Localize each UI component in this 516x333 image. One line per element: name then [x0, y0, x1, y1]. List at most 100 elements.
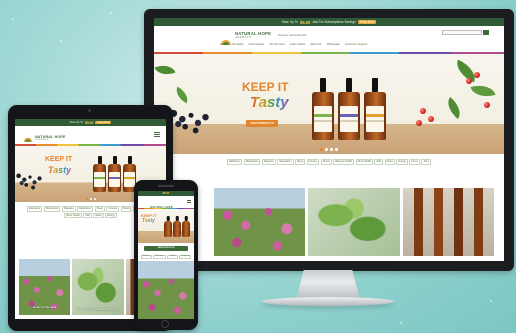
background-speck	[88, 62, 89, 63]
feature-caption: The process of nature to discover	[77, 308, 120, 311]
promo-cta-button[interactable]: Shop Now	[357, 20, 377, 24]
promo-bar: Save Up To $5.00 Ask For Subscriptions S…	[154, 18, 504, 26]
feature-caption: Home to the Herb	[33, 305, 57, 309]
site-header: NATURAL HOPE	[138, 196, 194, 211]
hero-headline-keep: KEEP IT	[45, 156, 73, 163]
nav-item[interactable]: Customer Support	[345, 42, 368, 46]
menu-icon[interactable]	[154, 132, 160, 137]
category-link[interactable]: Kids	[83, 212, 92, 219]
category-link[interactable]: Energy	[105, 212, 117, 219]
leaf-image	[470, 81, 496, 101]
product-bottle[interactable]	[182, 216, 190, 237]
category-link[interactable]: Stress	[120, 206, 132, 212]
search-input[interactable]	[442, 30, 482, 35]
nav-item[interactable]: Learn Herbs	[290, 42, 305, 46]
promo-amount: $5.00	[299, 19, 311, 25]
category-link[interactable]: Focus	[409, 159, 420, 165]
category-link[interactable]: Immune	[306, 159, 320, 165]
nav-item[interactable]: Herb Guides	[249, 42, 265, 46]
hawthorn-berry-icon	[420, 108, 426, 114]
nav-item[interactable]: Products	[232, 42, 243, 46]
promo-pre: Save Up To	[69, 121, 83, 124]
slider-dot[interactable]	[85, 198, 88, 200]
product-bottle[interactable]	[338, 78, 360, 140]
category-link[interactable]: Mushrooms	[243, 159, 261, 165]
background-speck	[490, 300, 492, 302]
slider-dot[interactable]	[335, 148, 338, 151]
hero-headline-tasty: Tasty	[48, 165, 72, 175]
hero-headline-keep: KEEP IT	[242, 80, 289, 94]
category-link[interactable]: Elderberry	[227, 159, 243, 165]
category-link[interactable]: Kids	[374, 159, 384, 165]
brand-subname: HERBALS	[35, 139, 49, 141]
desktop-screen: Save Up To $5.00 Ask For Subscriptions S…	[154, 18, 504, 261]
sunrise-logo-icon	[220, 32, 232, 45]
feature-card[interactable]: The process of nature to discover	[72, 259, 124, 315]
main-nav: Home Products Herb Guides Our Process Le…	[220, 42, 494, 46]
feature-card[interactable]	[214, 188, 306, 256]
leaf-image	[442, 96, 466, 120]
category-link[interactable]: Respiratory	[77, 206, 94, 212]
nav-item[interactable]: Home	[220, 42, 227, 46]
feature-card[interactable]	[308, 188, 400, 256]
nav-item[interactable]: Our Process	[269, 42, 285, 46]
menu-icon[interactable]	[187, 200, 191, 203]
category-link[interactable]: Stress	[320, 159, 332, 165]
hero-banner: KEEP IT Tasty	[138, 209, 194, 243]
leaf-image	[172, 86, 192, 104]
category-link[interactable]: Respiratory	[179, 255, 192, 259]
hawthorn-berry-icon	[416, 120, 422, 126]
product-bottle[interactable]	[364, 78, 386, 140]
view-products-button[interactable]: VIEW PRODUCTS	[144, 246, 188, 251]
feature-card[interactable]	[138, 261, 194, 319]
category-link[interactable]: Joint	[421, 159, 431, 165]
promo-post: Ask For Subscriptions Savings	[312, 20, 356, 24]
slider-dot[interactable]	[89, 198, 92, 200]
product-bottle[interactable]	[93, 156, 106, 192]
product-bottle[interactable]	[173, 216, 181, 237]
slider-dot[interactable]	[320, 148, 323, 151]
hawthorn-berry-icon	[484, 102, 490, 108]
category-link[interactable]: Sleep	[295, 159, 306, 165]
promo-cta-button[interactable]: Shop Now	[95, 121, 112, 124]
feature-card[interactable]	[402, 188, 494, 256]
search-icon[interactable]	[483, 30, 489, 35]
leaf-image	[154, 61, 176, 79]
category-link[interactable]: Digestive	[61, 206, 76, 212]
product-bottle[interactable]	[164, 216, 172, 237]
category-link[interactable]: Energy	[396, 159, 408, 165]
brand-tagline: Discover Herbal Benefits	[278, 33, 307, 37]
category-link[interactable]: Mens Health	[64, 212, 82, 219]
feature-card[interactable]: Home to the Herb	[19, 259, 71, 315]
category-link[interactable]: Sleep	[94, 206, 105, 212]
category-link[interactable]: Respiratory	[277, 159, 294, 165]
category-link[interactable]: Mushrooms	[43, 206, 61, 212]
slider-dot[interactable]	[330, 148, 333, 151]
hero-headline-tasty: Tasty	[142, 218, 155, 224]
category-link[interactable]: Detox	[93, 212, 104, 219]
category-link[interactable]: Mens Health	[355, 159, 373, 165]
category-link[interactable]: Mushrooms	[153, 255, 166, 259]
product-bottle[interactable]	[312, 78, 334, 140]
background-speck	[12, 18, 14, 20]
slider-dot[interactable]	[325, 148, 328, 151]
category-link[interactable]: Digestive	[261, 159, 276, 165]
category-link[interactable]: Womens Health	[333, 159, 355, 165]
brand-logo[interactable]: NATURAL HOPE HERBALS Discover Herbal Ben…	[220, 31, 307, 45]
category-link[interactable]: Detox	[384, 159, 395, 165]
background-speck	[30, 80, 31, 81]
product-bottle[interactable]	[108, 156, 121, 192]
brand-logo[interactable]: NATURAL HOPE HERBALS	[23, 129, 66, 147]
category-link[interactable]: Elderberry	[27, 206, 43, 212]
phone-home-button[interactable]	[161, 320, 169, 328]
nav-item[interactable]: Wholesale	[327, 42, 340, 46]
desktop-monitor: Save Up To $5.00 Ask For Subscriptions S…	[144, 9, 514, 271]
slider-dot[interactable]	[93, 198, 96, 200]
category-link[interactable]: Elderberry	[140, 255, 152, 259]
view-products-button[interactable]: VIEW PRODUCTS	[246, 120, 278, 127]
category-link[interactable]: Immune	[106, 206, 120, 212]
elderberry-cluster-image	[15, 168, 49, 194]
nav-item[interactable]: About Us	[310, 42, 322, 46]
monitor-stand-neck	[296, 270, 360, 300]
category-link[interactable]: Digestive	[167, 255, 178, 259]
